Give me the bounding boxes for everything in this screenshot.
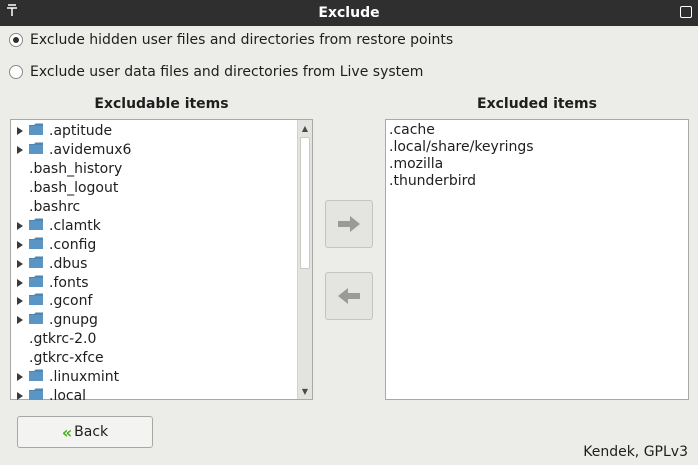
expander-triangle-icon[interactable] bbox=[11, 311, 29, 329]
tree-item[interactable]: .gtkrc-2.0 bbox=[11, 330, 312, 349]
option-exclude-live-system[interactable]: Exclude user data files and directories … bbox=[9, 64, 423, 80]
list-item[interactable]: .mozilla bbox=[386, 156, 688, 173]
excluded-items-list[interactable]: .cache .local/share/keyrings .mozilla .t… bbox=[385, 119, 689, 400]
folder-icon bbox=[29, 312, 49, 328]
radio-restore-points[interactable] bbox=[9, 33, 23, 47]
folder-icon bbox=[29, 293, 49, 309]
expander-triangle-icon[interactable] bbox=[11, 274, 29, 292]
tree-item[interactable]: .gtkrc-xfce bbox=[11, 349, 312, 368]
tree-item-label: .gnupg bbox=[49, 312, 98, 329]
tree-item[interactable]: .aptitude bbox=[11, 122, 312, 141]
expander-triangle-icon[interactable] bbox=[11, 368, 29, 386]
license-label: Kendek, GPLv3 bbox=[583, 444, 688, 460]
tree-item-label: .config bbox=[49, 236, 97, 253]
option-label: Exclude hidden user files and directorie… bbox=[30, 32, 454, 48]
folder-icon bbox=[29, 218, 49, 234]
tree-item[interactable]: .clamtk bbox=[11, 216, 312, 235]
double-chevron-left-icon: « bbox=[61, 422, 73, 442]
tree-item-label: .bash_history bbox=[29, 161, 123, 178]
remove-from-excluded-button[interactable] bbox=[325, 272, 373, 320]
tree-item[interactable]: .bash_logout bbox=[11, 179, 312, 198]
tree-item[interactable]: .bashrc bbox=[11, 198, 312, 217]
option-label: Exclude user data files and directories … bbox=[30, 64, 424, 80]
folder-icon bbox=[29, 123, 49, 139]
radio-live-system[interactable] bbox=[9, 65, 23, 79]
expander-triangle-icon[interactable] bbox=[11, 236, 29, 254]
list-item[interactable]: .local/share/keyrings bbox=[386, 139, 688, 156]
folder-icon bbox=[29, 237, 49, 253]
tree-item-label: .gtkrc-xfce bbox=[29, 350, 104, 367]
tree-item[interactable]: .dbus bbox=[11, 254, 312, 273]
tree-item-label: .gtkrc-2.0 bbox=[29, 331, 97, 348]
tree-item[interactable]: .bash_history bbox=[11, 160, 312, 179]
tree-item[interactable]: .local bbox=[11, 386, 312, 405]
folder-icon bbox=[29, 388, 49, 404]
scroll-up-icon[interactable]: ▲ bbox=[298, 121, 312, 135]
scroll-down-icon[interactable]: ▼ bbox=[298, 384, 312, 398]
vertical-scrollbar[interactable]: ▲ ▼ bbox=[297, 120, 312, 399]
tree-item-label: .bashrc bbox=[29, 199, 81, 215]
tree-item[interactable]: .config bbox=[11, 235, 312, 254]
excluded-items-header: Excluded items bbox=[477, 96, 597, 112]
back-button-label: Back bbox=[74, 424, 109, 440]
title-bar: Exclude bbox=[0, 0, 698, 26]
tree-item[interactable]: .linuxmint bbox=[11, 368, 312, 387]
list-item[interactable]: .thunderbird bbox=[386, 173, 688, 190]
tree-item[interactable]: .gconf bbox=[11, 292, 312, 311]
expander-triangle-icon[interactable] bbox=[11, 292, 29, 310]
maximize-icon[interactable] bbox=[680, 6, 692, 18]
tree-item[interactable]: .gnupg bbox=[11, 311, 312, 330]
tree-item-label: .gconf bbox=[49, 293, 93, 310]
list-item[interactable]: .cache bbox=[386, 122, 688, 139]
tree-item-label: .dbus bbox=[49, 255, 88, 272]
expander-triangle-icon[interactable] bbox=[11, 122, 29, 140]
arrow-right-icon bbox=[338, 216, 360, 232]
folder-icon bbox=[29, 142, 49, 158]
tree-item-label: .clamtk bbox=[49, 217, 101, 234]
expander-triangle-icon[interactable] bbox=[11, 255, 29, 273]
folder-icon bbox=[29, 256, 49, 272]
tree-item-label: .local bbox=[49, 387, 87, 404]
expander-triangle-icon[interactable] bbox=[11, 217, 29, 235]
folder-icon bbox=[29, 275, 49, 291]
tree-item-label: .aptitude bbox=[49, 123, 113, 140]
tree-item-label: .fonts bbox=[49, 274, 89, 291]
option-exclude-restore-points[interactable]: Exclude hidden user files and directorie… bbox=[9, 32, 453, 48]
tree-item-label: .bash_logout bbox=[29, 180, 119, 197]
expander-triangle-icon[interactable] bbox=[11, 387, 29, 405]
tree-item[interactable]: .avidemux6 bbox=[11, 141, 312, 160]
scroll-thumb[interactable] bbox=[300, 137, 310, 269]
tree-item-label: .linuxmint bbox=[49, 369, 120, 386]
excludable-items-header: Excludable items bbox=[94, 96, 229, 112]
add-to-excluded-button[interactable] bbox=[325, 200, 373, 248]
excludable-items-list[interactable]: .aptitude .avidemux6 .bash_history .bash_lo… bbox=[10, 119, 313, 404]
pin-icon[interactable] bbox=[5, 4, 19, 20]
arrow-left-icon bbox=[338, 288, 360, 304]
back-button[interactable]: « Back bbox=[17, 416, 153, 448]
folder-icon bbox=[29, 369, 49, 385]
expander-triangle-icon[interactable] bbox=[11, 141, 29, 159]
tree-item-label: .avidemux6 bbox=[49, 142, 132, 159]
window-title: Exclude bbox=[318, 5, 380, 21]
tree-item[interactable]: .fonts bbox=[11, 273, 312, 292]
